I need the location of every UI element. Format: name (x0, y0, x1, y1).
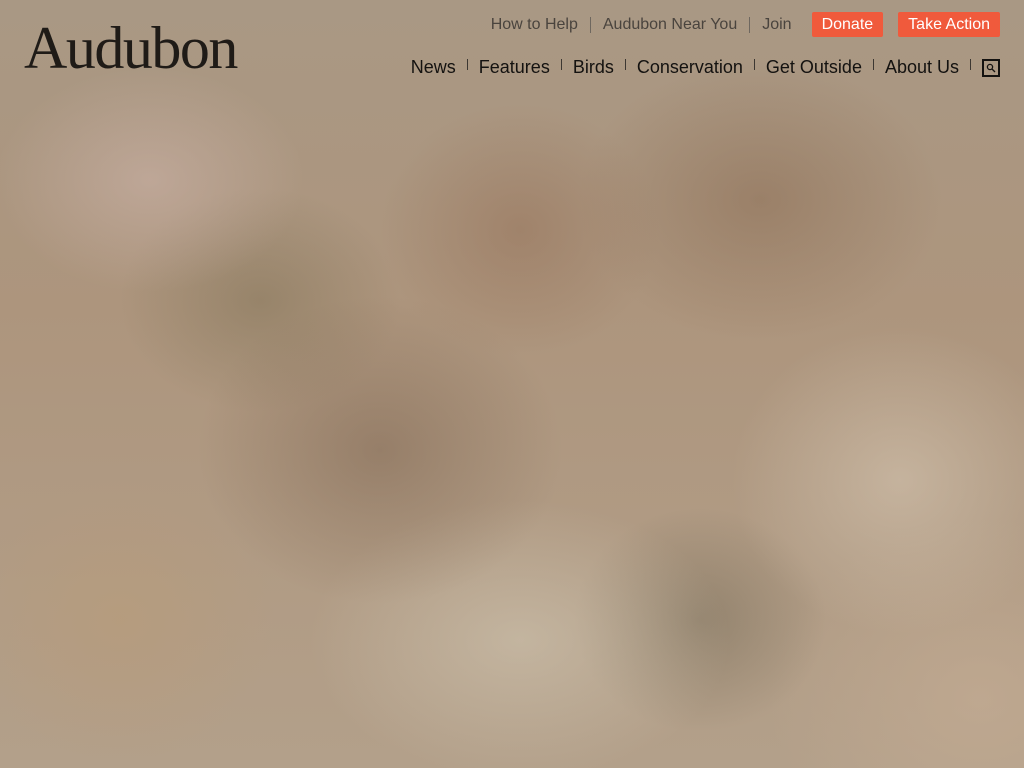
nav-item-conservation[interactable]: Conservation (626, 56, 754, 78)
nav-item-birds[interactable]: Birds (562, 56, 625, 78)
join-link[interactable]: Join (750, 12, 803, 37)
nav-divider (970, 59, 971, 70)
main-nav: News Features Birds Conservation Get Out… (411, 56, 1000, 78)
nav-item-get-outside[interactable]: Get Outside (755, 56, 873, 78)
take-action-button[interactable]: Take Action (898, 12, 1000, 37)
hero-background-image (0, 0, 1024, 768)
search-icon (986, 63, 996, 73)
audubon-near-you-link[interactable]: Audubon Near You (591, 12, 749, 37)
nav-item-news[interactable]: News (411, 56, 467, 78)
utility-nav: How to Help Audubon Near You Join Donate… (479, 12, 1000, 37)
how-to-help-link[interactable]: How to Help (479, 12, 590, 37)
audubon-logo[interactable]: Audubon (24, 18, 238, 78)
nav-item-about-us[interactable]: About Us (874, 56, 970, 78)
donate-button[interactable]: Donate (811, 12, 884, 37)
search-button[interactable] (982, 59, 1000, 77)
nav-item-features[interactable]: Features (468, 56, 561, 78)
